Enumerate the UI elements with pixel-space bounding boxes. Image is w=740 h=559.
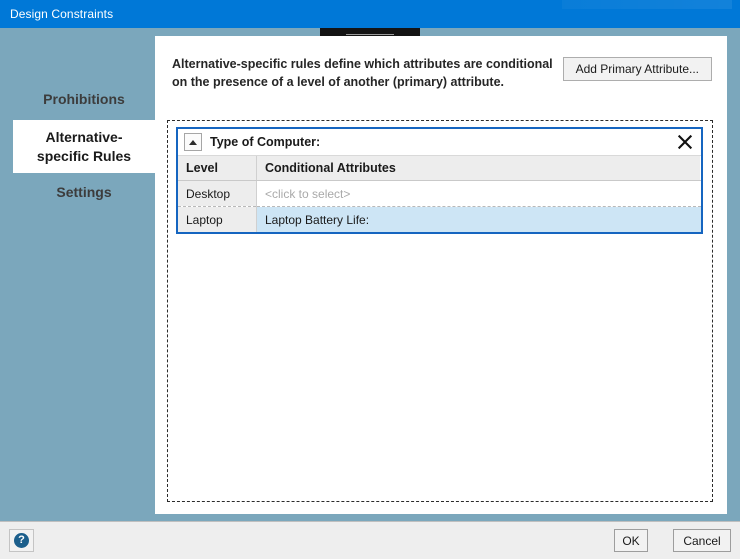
- chevron-up-glyph: [189, 139, 197, 145]
- chevron-up-icon[interactable]: [184, 133, 202, 151]
- footer-bar: ? OK Cancel: [0, 521, 740, 559]
- content-panel: Alternative-specific rules define which …: [155, 36, 727, 514]
- conditional-attributes-table: Level Conditional Attributes Desktop <cl…: [178, 156, 701, 232]
- help-button[interactable]: ?: [9, 529, 34, 552]
- cell-conditional-attributes[interactable]: <click to select>: [256, 180, 701, 207]
- sidebar-item-prohibitions[interactable]: Prohibitions: [13, 80, 155, 118]
- design-constraints-window: Design Constraints Prohibitions Alternat…: [0, 0, 740, 559]
- click-to-select-placeholder: <click to select>: [265, 186, 351, 201]
- cell-conditional-attributes[interactable]: Laptop Battery Life:: [256, 206, 701, 232]
- cell-level: Desktop: [178, 180, 257, 207]
- ok-button[interactable]: OK: [614, 529, 648, 552]
- question-mark-icon: ?: [14, 533, 29, 548]
- add-primary-attribute-button[interactable]: Add Primary Attribute...: [562, 57, 712, 81]
- cell-level: Laptop: [178, 206, 257, 232]
- close-x-icon[interactable]: [676, 133, 694, 151]
- primary-attribute-panel-header: Type of Computer:: [178, 129, 701, 156]
- table-body: Desktop <click to select> Laptop Laptop …: [178, 180, 701, 232]
- sidebar: Prohibitions Alternative-specific Rules …: [0, 28, 155, 521]
- table-header-row: Level Conditional Attributes: [178, 156, 701, 181]
- primary-attribute-title: Type of Computer:: [210, 135, 321, 149]
- sidebar-item-label: Prohibitions: [43, 90, 125, 107]
- table-row[interactable]: Desktop <click to select>: [178, 180, 701, 207]
- column-header-level: Level: [178, 156, 257, 181]
- title-bar: Design Constraints: [0, 0, 740, 28]
- sidebar-item-label: Settings: [56, 183, 112, 200]
- attribute-drop-zone[interactable]: Type of Computer: Level Conditional Attr…: [167, 120, 713, 502]
- column-header-conditional-attributes: Conditional Attributes: [256, 156, 701, 181]
- drag-handle-icon: [346, 34, 394, 35]
- table-head: Level Conditional Attributes: [178, 156, 701, 181]
- sidebar-item-label: Alternative-specific Rules: [36, 128, 132, 164]
- intro-description: Alternative-specific rules define which …: [172, 57, 553, 89]
- cancel-button[interactable]: Cancel: [673, 529, 731, 552]
- sidebar-item-settings[interactable]: Settings: [13, 173, 155, 211]
- table-row[interactable]: Laptop Laptop Battery Life:: [178, 206, 701, 232]
- window-title: Design Constraints: [10, 7, 114, 21]
- sidebar-item-alternative-specific-rules[interactable]: Alternative-specific Rules: [13, 120, 155, 173]
- titlebar-ghost-overlay: [562, 0, 732, 9]
- primary-attribute-panel: Type of Computer: Level Conditional Attr…: [176, 127, 703, 234]
